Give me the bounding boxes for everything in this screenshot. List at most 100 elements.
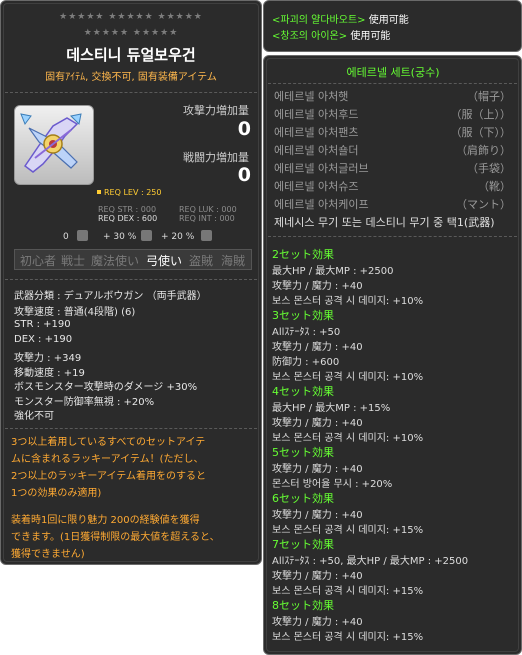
bonus-6set-title: 6セット効果 bbox=[272, 492, 334, 505]
star-force-row-2: ★★★★★ ★★★★★ bbox=[83, 28, 179, 38]
set-item-cape: 에테르넬 아처케이프 bbox=[274, 198, 369, 211]
set-item-hat: 에테르넬 아처햇 bbox=[274, 90, 349, 103]
weapon-name-yaldabaoth: <파괴의 얄다바오트> bbox=[272, 15, 366, 26]
job-pirate: 海賊 bbox=[221, 254, 246, 268]
bonus-line: 보스 몬스터 공격 시 데미지: +15% bbox=[272, 632, 424, 643]
bonus-line: 攻撃力 / 魔力 : +40 bbox=[272, 510, 363, 521]
bonus-line: 攻撃力 / 魔力 : +40 bbox=[272, 418, 363, 429]
bonus-line: 몬스터 방어율 무시 : +20% bbox=[272, 479, 393, 490]
job-requirement-bar: 初心者 戦士 魔法使い 弓使い 盗賊 海賊 bbox=[14, 249, 252, 270]
bonus-8set-title: 8セット効果 bbox=[272, 599, 334, 612]
boss-damage-stat: ボスモンスター攻撃時のダメージ +30% bbox=[14, 382, 198, 393]
description-line: 1つの効果のみ適用) bbox=[11, 488, 102, 499]
attack-speed: 攻撃速度 : 普通(4段階) (6) bbox=[14, 307, 136, 318]
set-item-shoulder: 에테르넬 아처숄더 bbox=[274, 144, 359, 157]
req-dex: REQ DEX : 600 bbox=[98, 214, 158, 223]
description-line: 3つ以上着用しているすべてのセットアイテ bbox=[11, 437, 206, 448]
weapon-name-aion: <창조의 아이온> bbox=[272, 31, 348, 42]
set-item-shoulder-slot: （肩飾り） bbox=[456, 144, 511, 157]
set-item-glove-slot: （手袋） bbox=[467, 162, 511, 175]
usable-suffix: 使用可能 bbox=[350, 31, 391, 42]
divider bbox=[5, 279, 257, 280]
set-title: 에테르넬 세트(궁수) bbox=[346, 66, 440, 79]
upgrade-slots-value: 0 bbox=[63, 232, 69, 242]
star-force-row-1: ★★★★★ ★★★★★ ★★★★★ bbox=[59, 12, 203, 22]
bonus-line: Allｽﾃｰﾀｽ : +50 bbox=[272, 327, 341, 338]
set-item-glove: 에테르넬 아처글러브 bbox=[274, 162, 369, 175]
str-stat: STR : +190 bbox=[14, 319, 71, 330]
req-str: REQ STR : 000 bbox=[98, 205, 157, 214]
bonus-5set-title: 5セット効果 bbox=[272, 446, 334, 459]
item-attributes: 固有ｱｲﾃﾑ, 交換不可, 固有装備アイテム bbox=[45, 72, 217, 83]
description-line: ムに含まれるラッキーアイテム！(ただし、 bbox=[11, 454, 204, 465]
attack-power-stat: 攻撃力 : +349 bbox=[14, 353, 82, 364]
bonus-line: 攻撃力 / 魔力 : +40 bbox=[272, 281, 363, 292]
weapon-type: 武器分類 : デュアルボウガン （両手武器） bbox=[14, 291, 207, 302]
ignore-defense-stat: モンスター防御率無視 : +20% bbox=[14, 397, 155, 408]
bonus-line: 最大HP / 最大MP : +15% bbox=[272, 403, 391, 414]
job-beginner: 初心者 bbox=[20, 254, 57, 268]
set-item-pants: 에테르넬 아처팬츠 bbox=[274, 126, 359, 139]
item-icon-frame[interactable] bbox=[14, 105, 94, 185]
bonus-line: 攻撃力 / 魔力 : +40 bbox=[272, 464, 363, 475]
dex-stat: DEX : +190 bbox=[14, 334, 73, 345]
lucky-item-description: 3つ以上着用しているすべてのセットアイテ ムに含まれるラッキーアイテム！(ただし… bbox=[11, 434, 253, 502]
shield-icon bbox=[201, 230, 212, 241]
attack-increase-label: 攻撃力増加量 bbox=[183, 104, 249, 117]
description-line: 装着時1回に限り魅力 200の経験値を獲得 bbox=[11, 515, 200, 526]
bonus-2set-title: 2セット効果 bbox=[272, 248, 334, 261]
divider bbox=[5, 92, 257, 93]
job-warrior: 戦士 bbox=[61, 254, 86, 268]
description-line: 2つ以上のラッキーアイテム着用をのすると bbox=[11, 471, 206, 482]
set-item-hood-slot: （服（上）） bbox=[450, 108, 512, 121]
bonus-line: 보스 몬스터 공격 시 데미지: +15% bbox=[272, 525, 424, 536]
combat-increase-label: 戦闘力増加量 bbox=[183, 151, 249, 164]
bonus-line: Allｽﾃｰﾀｽ : +50, 最大HP / 最大MP : +2500 bbox=[272, 556, 469, 567]
bonus-line: 보스 몬스터 공격 시 데미지: +10% bbox=[272, 372, 424, 383]
boss-damage-potential: + 30 % bbox=[103, 232, 137, 242]
set-item-pants-slot: （服（下）） bbox=[450, 126, 512, 139]
job-magician: 魔法使い bbox=[91, 254, 140, 268]
usable-line-2: <창조의 아이온> 使用可能 bbox=[272, 27, 390, 42]
bonus-line: 防御力 : +600 bbox=[272, 357, 340, 368]
bonus-line: 最大HP / 最大MP : +2500 bbox=[272, 266, 394, 277]
divider bbox=[268, 83, 517, 84]
bonus-line: 보스 몬스터 공격 시 데미지: +15% bbox=[272, 586, 424, 597]
bonus-line: 攻撃力 / 魔力 : +40 bbox=[272, 617, 363, 628]
description-line: 獲得できません) bbox=[11, 549, 85, 560]
bonus-line: 보스 몬스터 공격 시 데미지: +10% bbox=[272, 296, 424, 307]
no-enhancement-note: 強化不可 bbox=[14, 411, 54, 422]
set-item-weapon: 제네시스 무기 또는 데스티니 무기 중 택1(武器) bbox=[274, 216, 495, 229]
hammer-icon bbox=[77, 230, 88, 241]
bonus-4set-title: 4セット効果 bbox=[272, 385, 334, 398]
req-int: REQ INT : 000 bbox=[179, 214, 235, 223]
req-lev-marker bbox=[97, 190, 101, 194]
attack-increase-value: 0 bbox=[237, 118, 251, 140]
usable-line-1: <파괴의 얄다바오트> 使用可能 bbox=[272, 11, 409, 26]
job-bowman: 弓使い bbox=[146, 254, 183, 268]
movement-speed-stat: 移動速度 : +19 bbox=[14, 368, 85, 379]
req-level: REQ LEV : 250 bbox=[104, 188, 162, 197]
set-item-hood: 에테르넬 아처후드 bbox=[274, 108, 359, 121]
req-luk: REQ LUK : 000 bbox=[179, 205, 237, 214]
bonus-line: 攻撃力 / 魔力 : +40 bbox=[272, 571, 363, 582]
set-item-hat-slot: （帽子） bbox=[467, 90, 511, 103]
charm-exp-description: 装着時1回に限り魅力 200の経験値を獲得 できます。(1日獲得制限の最大値を超… bbox=[11, 512, 253, 563]
item-title: 데스티니 듀얼보우건 bbox=[66, 46, 196, 64]
set-effect-panel: 에테르넬 세트(궁수) 에테르넬 아처햇 （帽子） 에테르넬 아처후드 （服（上… bbox=[263, 55, 522, 655]
divider bbox=[5, 428, 257, 429]
combat-increase-value: 0 bbox=[237, 164, 251, 186]
bonus-3set-title: 3セット効果 bbox=[272, 309, 334, 322]
divider bbox=[268, 236, 517, 237]
bonus-line: 보스 몬스터 공격 시 데미지: +10% bbox=[272, 433, 424, 444]
set-item-cape-slot: （マント） bbox=[456, 198, 511, 211]
usable-with-panel: <파괴의 얄다바오트> 使用可能 <창조의 아이온> 使用可能 bbox=[263, 0, 522, 52]
bonus-7set-title: 7セット効果 bbox=[272, 538, 334, 551]
usable-suffix: 使用可能 bbox=[368, 15, 409, 26]
set-item-shoes: 에테르넬 아처슈즈 bbox=[274, 180, 359, 193]
bonus-line: 攻撃力 / 魔力 : +40 bbox=[272, 342, 363, 353]
boss-icon bbox=[141, 230, 152, 241]
ignore-defense-potential: + 20 % bbox=[161, 232, 195, 242]
dual-bowgun-icon bbox=[20, 113, 82, 173]
job-thief: 盗賊 bbox=[189, 254, 214, 268]
